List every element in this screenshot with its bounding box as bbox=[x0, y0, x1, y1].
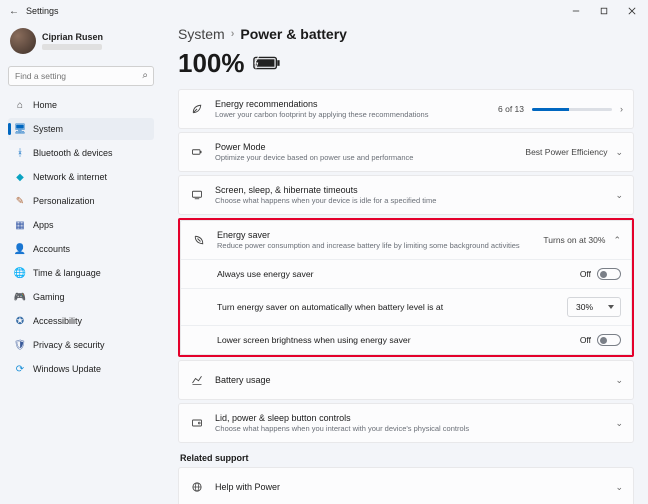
sidebar-item-gaming[interactable]: 🎮Gaming bbox=[8, 286, 154, 308]
globe-icon bbox=[189, 481, 205, 493]
always-energy-saver-toggle[interactable]: Off bbox=[580, 268, 621, 280]
chevron-right-icon: › bbox=[231, 28, 235, 40]
sidebar-item-time[interactable]: 🌐Time & language bbox=[8, 262, 154, 284]
battery-threshold-dropdown[interactable]: 30% bbox=[567, 297, 621, 317]
search-icon: ⌕ bbox=[142, 70, 148, 81]
chevron-down-icon: ⌄ bbox=[615, 418, 623, 429]
lower-brightness-row: Lower screen brightness when using energ… bbox=[181, 325, 631, 354]
breadcrumb: System › Power & battery bbox=[178, 26, 634, 42]
energy-saver-status: Turns on at 30% bbox=[543, 235, 605, 245]
maximize-button[interactable] bbox=[590, 1, 618, 21]
battery-percent: 100% bbox=[178, 48, 245, 79]
leaf-icon bbox=[189, 103, 205, 115]
bluetooth-icon: ᚼ bbox=[14, 148, 26, 159]
sidebar-item-accessibility[interactable]: ✪Accessibility bbox=[8, 310, 154, 332]
energy-saver-header[interactable]: Energy saver Reduce power consumption an… bbox=[181, 221, 631, 259]
window-title: Settings bbox=[26, 6, 59, 16]
accounts-icon: 👤 bbox=[14, 244, 26, 255]
gaming-icon: 🎮 bbox=[14, 292, 26, 303]
power-mode-icon bbox=[189, 146, 205, 158]
power-mode-card[interactable]: Power Mode Optimize your device based on… bbox=[178, 132, 634, 172]
energy-rec-progress bbox=[532, 108, 612, 111]
toggle-switch[interactable] bbox=[597, 334, 621, 346]
toggle-switch[interactable] bbox=[597, 268, 621, 280]
chart-icon bbox=[189, 374, 205, 386]
sidebar: Ciprian Rusen ⌕ ⌂Home 🖥System ᚼBluetooth… bbox=[0, 22, 162, 504]
search-box[interactable]: ⌕ bbox=[8, 66, 154, 86]
sidebar-item-personalization[interactable]: ✎Personalization bbox=[8, 190, 154, 212]
lower-brightness-toggle[interactable]: Off bbox=[580, 334, 621, 346]
energy-saver-icon bbox=[191, 234, 207, 246]
battery-icon bbox=[253, 54, 281, 74]
power-button-icon bbox=[189, 417, 205, 429]
brush-icon: ✎ bbox=[14, 196, 26, 207]
breadcrumb-parent[interactable]: System bbox=[178, 26, 225, 42]
system-icon: 🖥 bbox=[14, 124, 26, 135]
profile-name: Ciprian Rusen bbox=[42, 32, 103, 42]
home-icon: ⌂ bbox=[14, 100, 26, 111]
sidebar-item-update[interactable]: ⟳Windows Update bbox=[8, 358, 154, 380]
search-input[interactable] bbox=[8, 66, 154, 86]
chevron-down-icon: ⌄ bbox=[615, 147, 623, 158]
update-icon: ⟳ bbox=[14, 364, 26, 375]
shield-icon: 🛡 bbox=[14, 340, 26, 351]
sidebar-item-apps[interactable]: ▦Apps bbox=[8, 214, 154, 236]
energy-rec-count: 6 of 13 bbox=[498, 104, 524, 114]
always-energy-saver-row: Always use energy saver Off bbox=[181, 259, 631, 288]
sidebar-item-privacy[interactable]: 🛡Privacy & security bbox=[8, 334, 154, 356]
main-content: System › Power & battery 100% Energy rec… bbox=[162, 22, 648, 504]
lid-controls-card[interactable]: Lid, power & sleep button controls Choos… bbox=[178, 403, 634, 443]
battery-level: 100% bbox=[178, 48, 634, 79]
energy-saver-highlight: Energy saver Reduce power consumption an… bbox=[178, 218, 634, 357]
accessibility-icon: ✪ bbox=[14, 316, 26, 327]
screen-icon bbox=[189, 189, 205, 201]
chevron-right-icon: › bbox=[620, 104, 623, 114]
avatar bbox=[10, 28, 36, 54]
energy-saver-card: Energy saver Reduce power consumption an… bbox=[180, 220, 632, 355]
sidebar-item-system[interactable]: 🖥System bbox=[8, 118, 154, 140]
back-button[interactable]: ← bbox=[2, 6, 26, 17]
clock-icon: 🌐 bbox=[14, 268, 26, 279]
help-power-card[interactable]: Help with Power ⌄ bbox=[178, 467, 634, 504]
energy-recommendations-card[interactable]: Energy recommendations Lower your carbon… bbox=[178, 89, 634, 129]
chevron-up-icon: ⌃ bbox=[613, 235, 621, 246]
page-title: Power & battery bbox=[240, 26, 347, 42]
chevron-down-icon: ⌄ bbox=[615, 375, 623, 386]
sidebar-item-network[interactable]: ◆Network & internet bbox=[8, 166, 154, 188]
profile[interactable]: Ciprian Rusen bbox=[8, 26, 154, 62]
chevron-down-icon: ⌄ bbox=[615, 482, 623, 493]
wifi-icon: ◆ bbox=[14, 172, 26, 183]
sidebar-item-home[interactable]: ⌂Home bbox=[8, 94, 154, 116]
sidebar-item-bluetooth[interactable]: ᚼBluetooth & devices bbox=[8, 142, 154, 164]
related-support-heading: Related support bbox=[180, 453, 634, 463]
auto-energy-saver-row: Turn energy saver on automatically when … bbox=[181, 288, 631, 325]
minimize-button[interactable] bbox=[562, 1, 590, 21]
screen-sleep-card[interactable]: Screen, sleep, & hibernate timeouts Choo… bbox=[178, 175, 634, 215]
profile-sub bbox=[42, 44, 102, 50]
power-mode-value: Best Power Efficiency bbox=[525, 147, 607, 157]
close-button[interactable] bbox=[618, 1, 646, 21]
battery-usage-card[interactable]: Battery usage ⌄ bbox=[178, 360, 634, 400]
apps-icon: ▦ bbox=[14, 220, 26, 231]
sidebar-item-accounts[interactable]: 👤Accounts bbox=[8, 238, 154, 260]
chevron-down-icon: ⌄ bbox=[615, 190, 623, 201]
